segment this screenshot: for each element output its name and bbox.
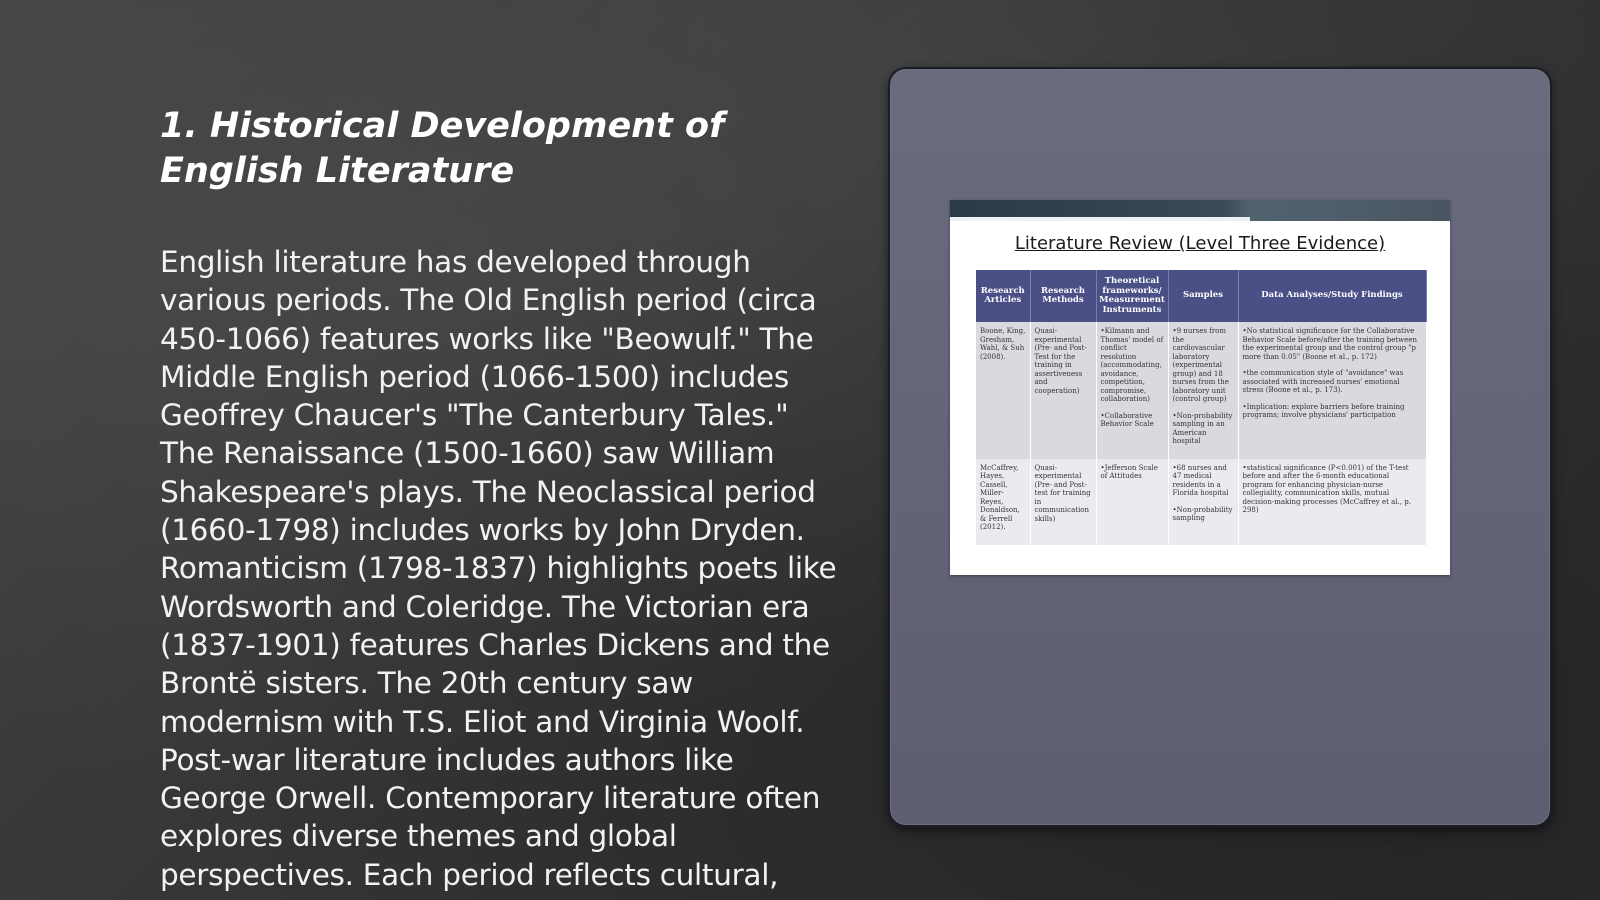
cell-articles: McCaffrey, Hayes, Cassell, Miller-Reyes,…: [976, 458, 1031, 545]
finding-item: •No statistical significance for the Col…: [1242, 327, 1417, 361]
sample-item: •Non-probability sampling: [1172, 505, 1233, 523]
table-header-row: Research Articles Research Methods Theor…: [976, 270, 1427, 322]
cell-samples: •9 nurses from the cardiovascular labora…: [1168, 322, 1239, 459]
finding-item: •statistical significance (P<0.001) of t…: [1242, 463, 1411, 515]
cell-findings: •No statistical significance for the Col…: [1238, 322, 1427, 459]
framework-item: •Jefferson Scale of Attitudes: [1100, 463, 1158, 481]
table-row: Boone, King, Gresham, Wahl, & Suh (2008)…: [976, 322, 1427, 459]
table-row: McCaffrey, Hayes, Cassell, Miller-Reyes,…: [976, 458, 1427, 545]
embedded-header-bar: [950, 200, 1450, 221]
header-research-methods: Research Methods: [1030, 270, 1097, 322]
sample-item: •68 nurses and 47 medical residents in a…: [1172, 463, 1229, 498]
cell-methods: Quasi-experimental (Pre- and Post-Test f…: [1030, 322, 1097, 459]
sample-item: •9 nurses from the cardiovascular labora…: [1172, 327, 1229, 403]
embedded-literature-review-image: Literature Review (Level Three Evidence)…: [950, 200, 1450, 575]
cell-articles: Boone, King, Gresham, Wahl, & Suh (2008)…: [976, 322, 1031, 459]
header-frameworks: Theoretical frameworks/ Measurement Inst…: [1096, 270, 1169, 322]
cell-methods: Quasi-experimental (Pre- and Post-test f…: [1030, 458, 1097, 545]
framework-item: •Kilmann and Thomas' model of conflict r…: [1100, 327, 1164, 403]
framework-item: •Collaborative Behavior Scale: [1100, 411, 1154, 429]
cell-frameworks: •Kilmann and Thomas' model of conflict r…: [1096, 322, 1169, 459]
embedded-title: Literature Review (Level Three Evidence): [1014, 233, 1386, 254]
cell-findings: •statistical significance (P<0.001) of t…: [1238, 458, 1427, 545]
header-samples: Samples: [1168, 270, 1239, 322]
slide-body-text: English literature has developed through…: [160, 245, 837, 892]
slide-title: 1. Historical Development of English Lit…: [160, 106, 725, 191]
sample-item: •Non-probability sampling in an American…: [1172, 411, 1233, 446]
literature-review-table: Research Articles Research Methods Theor…: [976, 270, 1427, 545]
header-findings: Data Analyses/Study Findings: [1238, 270, 1427, 322]
finding-item: •Implication: explore barriers before tr…: [1242, 402, 1405, 420]
header-research-articles: Research Articles: [976, 270, 1031, 322]
cell-frameworks: •Jefferson Scale of Attitudes: [1096, 458, 1169, 545]
cell-samples: •68 nurses and 47 medical residents in a…: [1168, 458, 1239, 545]
finding-item: •the communication style of "avoidance" …: [1242, 369, 1404, 394]
